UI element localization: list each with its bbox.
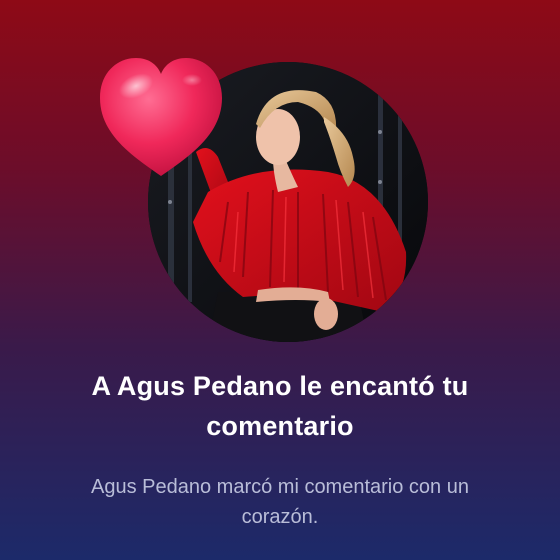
notification-screen: A Agus Pedano le encantó tu comentario A… [0,0,560,560]
notification-subtitle: Agus Pedano marcó mi comentario con un c… [91,476,469,528]
notification-title: A Agus Pedano le encantó tu comentario [91,371,469,441]
heart-icon [100,58,222,176]
